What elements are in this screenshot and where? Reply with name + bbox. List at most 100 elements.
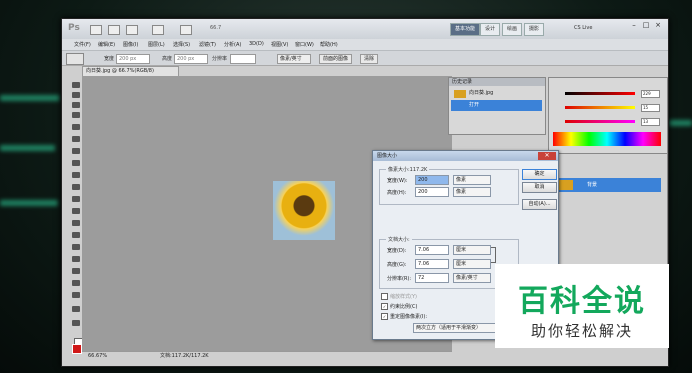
ok-button[interactable]: 确定 (522, 169, 557, 180)
close-icon[interactable]: × (652, 21, 664, 30)
menu-select[interactable]: 选择(S) (173, 41, 190, 48)
3d-rotate-tool-icon[interactable] (72, 292, 80, 298)
height-field[interactable]: 200 px (174, 54, 208, 64)
height-label: 高度 (162, 56, 173, 62)
crop-tool-icon[interactable] (72, 124, 80, 130)
menu-filter[interactable]: 滤镜(T) (199, 41, 216, 48)
width-field[interactable]: 200 px (116, 54, 150, 64)
minimize-icon[interactable]: – (628, 21, 640, 30)
menu-image[interactable]: 图像(I) (123, 41, 138, 48)
brush-tool-icon[interactable] (72, 160, 80, 166)
history-brush-tool-icon[interactable] (72, 184, 80, 190)
layer-thumbnail (559, 180, 573, 190)
doc-width-label: 宽度(D): (387, 248, 407, 254)
foreground-color-swatch[interactable] (72, 344, 82, 354)
document-title: 向日葵.jpg @ 66.7%(RGB/8) (86, 68, 154, 74)
dodge-tool-icon[interactable] (72, 232, 80, 238)
color-spectrum[interactable] (553, 132, 661, 146)
blue-slider[interactable] (565, 120, 635, 123)
resample-box: ✓ (381, 313, 388, 320)
menu-help[interactable]: 帮助(H) (320, 41, 338, 48)
color-panel: 229 15 13 (548, 77, 668, 155)
lasso-tool-icon[interactable] (72, 102, 80, 108)
magic-wand-tool-icon[interactable] (72, 112, 80, 118)
red-value[interactable]: 229 (641, 90, 660, 98)
menu-window[interactable]: 窗口(W) (295, 41, 314, 48)
cancel-button[interactable]: 取消 (522, 182, 557, 193)
green-slider[interactable] (565, 106, 635, 109)
gradient-tool-icon[interactable] (72, 208, 80, 214)
crop-tool-icon[interactable] (66, 53, 84, 65)
scale-styles-checkbox[interactable]: 缩放样式(Y) (381, 293, 417, 300)
menu-layer[interactable]: 图层(L) (148, 41, 165, 48)
move-tool-icon[interactable] (72, 82, 80, 88)
zoom-tool-icon[interactable] (72, 320, 80, 326)
menu-view[interactable]: 视图(V) (271, 41, 288, 48)
clear-button[interactable]: 清除 (360, 54, 379, 64)
unit-select[interactable]: 像素/英寸 (277, 54, 311, 64)
resolution-field[interactable] (230, 54, 256, 64)
scale-styles-box (381, 293, 388, 300)
status-doc-size: 文档:117.2K/117.2K (160, 353, 209, 359)
doc-width-field[interactable]: 7.06 (415, 245, 449, 255)
type-tool-icon[interactable] (72, 256, 80, 262)
history-panel-title[interactable]: 历史记录 (449, 78, 545, 86)
width-label: 宽度 (104, 56, 115, 62)
path-select-tool-icon[interactable] (72, 268, 80, 274)
auto-button[interactable]: 自动(A)... (522, 199, 557, 210)
px-height-field[interactable]: 200 (415, 187, 449, 197)
px-width-field[interactable]: 200 (415, 175, 449, 185)
healing-tool-icon[interactable] (72, 148, 80, 154)
px-height-label: 高度(H): (387, 190, 407, 196)
workspace-photo-button[interactable]: 摄影 (524, 23, 545, 36)
arrange-documents-icon[interactable] (180, 25, 192, 35)
zoom-level-icon[interactable] (152, 25, 164, 35)
eyedropper-tool-icon[interactable] (72, 136, 80, 142)
marquee-tool-icon[interactable] (72, 92, 80, 98)
pen-tool-icon[interactable] (72, 244, 80, 250)
blue-value[interactable]: 13 (641, 118, 660, 126)
layer-row-background[interactable]: 背景 (553, 178, 661, 192)
constrain-link-icon (491, 247, 496, 263)
doc-width-unit[interactable]: 厘米 (453, 245, 491, 255)
menu-edit[interactable]: 编辑(E) (98, 41, 115, 48)
blur-tool-icon[interactable] (72, 220, 80, 226)
doc-height-field[interactable]: 7.06 (415, 259, 449, 269)
maximize-icon[interactable]: □ (640, 21, 652, 30)
px-width-unit[interactable]: 像素 (453, 175, 491, 185)
resolution-unit[interactable]: 像素/英寸 (453, 273, 491, 283)
resolution-field[interactable]: 72 (415, 273, 449, 283)
view-extras-icon[interactable] (126, 25, 138, 35)
front-image-button[interactable]: 前面的图像 (319, 54, 353, 64)
menu-analysis[interactable]: 分析(A) (224, 41, 241, 48)
cs-live-button[interactable]: CS Live (574, 23, 592, 34)
eraser-tool-icon[interactable] (72, 196, 80, 202)
document-size-label: 文档大小: (386, 236, 412, 243)
menu-bar: 文件(F) 编辑(E) 图像(I) 图层(L) 选择(S) 滤镜(T) 分析(A… (62, 39, 668, 51)
resample-checkbox[interactable]: ✓ 重定图像像素(I): (381, 313, 427, 320)
red-slider[interactable] (565, 92, 635, 95)
status-zoom[interactable]: 66.67% (88, 352, 107, 360)
px-height-unit[interactable]: 像素 (453, 187, 491, 197)
constrain-proportions-checkbox[interactable]: ✓ 约束比例(C) (381, 303, 417, 310)
workspace-essentials-button[interactable]: 基本功能 (450, 23, 481, 36)
minibridge-icon[interactable] (108, 25, 120, 35)
hand-tool-icon[interactable] (72, 306, 80, 312)
history-open-row[interactable]: 打开 (451, 100, 542, 111)
green-value[interactable]: 15 (641, 104, 660, 112)
menu-file[interactable]: 文件(F) (74, 41, 91, 48)
shape-tool-icon[interactable] (72, 280, 80, 286)
status-bar: 66.67% 文档:117.2K/117.2K (82, 351, 452, 360)
zoom-value[interactable]: 66.7 (210, 25, 221, 31)
stamp-tool-icon[interactable] (72, 172, 80, 178)
dialog-close-icon[interactable]: ✕ (538, 152, 556, 160)
menu-3d[interactable]: 3D(D) (249, 41, 264, 47)
background-stripe (0, 145, 55, 151)
doc-height-unit[interactable]: 厘米 (453, 259, 491, 269)
pixel-dimensions-group: 像素大小:117.2K (379, 166, 519, 205)
bridge-icon[interactable] (90, 25, 102, 35)
history-snapshot-row[interactable]: 向日葵.jpg (451, 88, 542, 99)
workspace-design-button[interactable]: 设计 (480, 23, 501, 36)
watermark-logo: 百科全说 助你轻松解决 (495, 264, 669, 348)
workspace-paint-button[interactable]: 绘画 (502, 23, 523, 36)
